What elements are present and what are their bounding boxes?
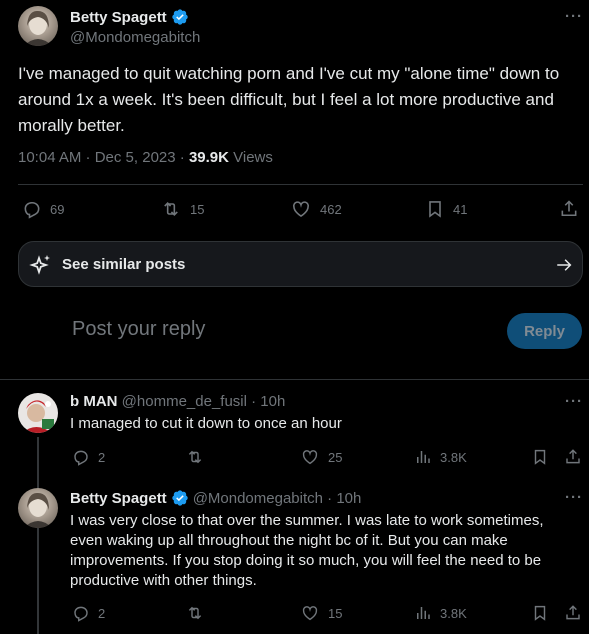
repost-action[interactable] — [185, 448, 213, 466]
avatar-image — [24, 492, 52, 528]
reply-text: I managed to cut it down to once an hour — [70, 415, 342, 432]
repost-action[interactable] — [185, 604, 213, 622]
like-count: 25 — [328, 449, 343, 465]
bookmark-icon — [534, 605, 546, 621]
repost-icon — [188, 606, 202, 620]
repost-icon — [188, 450, 202, 464]
verified-badge-icon — [172, 490, 188, 506]
avatar-image — [24, 10, 52, 46]
reply-action[interactable]: 69 — [22, 199, 64, 219]
views-count: 39.9K — [188, 149, 229, 166]
divider — [0, 379, 589, 380]
bookmark-action[interactable] — [531, 448, 549, 466]
repost-action[interactable]: 15 — [160, 199, 204, 219]
tweet-timestamp[interactable]: 10:04 AM · Dec 5, 2023 · — [18, 149, 189, 166]
main-avatar[interactable] — [18, 6, 58, 46]
see-similar-posts-button[interactable]: See similar posts — [18, 241, 583, 287]
bookmark-action[interactable] — [531, 604, 549, 622]
more-options-icon[interactable]: ··· — [565, 8, 583, 25]
verified-badge-icon — [172, 9, 188, 25]
share-icon — [561, 200, 577, 217]
heart-icon — [293, 201, 309, 218]
analytics-icon — [417, 607, 430, 619]
main-tweet-text: I've managed to quit watching porn and I… — [18, 64, 560, 135]
reply-count: 2 — [98, 449, 106, 465]
reply-action[interactable]: 2 — [72, 604, 105, 622]
reply-action[interactable]: 2 — [72, 448, 105, 466]
like-action[interactable]: 25 — [300, 448, 342, 466]
views-action[interactable]: 3.8K — [414, 448, 467, 466]
tweet-meta: 10:04 AM · Dec 5, 2023 · 39.9K Views — [18, 149, 273, 166]
reply-icon — [74, 606, 88, 622]
more-options-icon[interactable]: ··· — [565, 393, 583, 410]
bookmark-count: 41 — [453, 201, 468, 217]
arrow-right-icon — [557, 259, 572, 271]
reply-count: 2 — [98, 605, 106, 621]
divider — [18, 184, 583, 185]
more-options-icon[interactable]: ··· — [565, 489, 583, 506]
like-action[interactable]: 15 — [300, 604, 342, 622]
avatar-image — [18, 393, 58, 433]
bookmark-icon — [534, 449, 546, 465]
reply-text: I was very close to that over the summer… — [70, 512, 544, 589]
share-action[interactable] — [559, 199, 579, 219]
reply-count: 69 — [50, 201, 65, 217]
like-count: 15 — [328, 605, 343, 621]
reply-author-name[interactable]: Betty Spagett — [70, 490, 167, 507]
views-count: 3.8K — [440, 449, 467, 465]
share-icon — [566, 449, 580, 464]
see-similar-posts-label: See similar posts — [62, 256, 186, 273]
heart-icon — [302, 450, 318, 465]
reply-input[interactable]: Post your reply — [72, 318, 205, 341]
reply-author-handle[interactable]: @Mondomegabitch · 10h — [193, 490, 362, 507]
bookmark-action[interactable]: 41 — [425, 199, 467, 219]
repost-icon — [164, 202, 178, 216]
reply-author-handle[interactable]: @homme_de_fusil · 10h — [122, 393, 286, 410]
bookmark-icon — [429, 201, 441, 218]
thread-line — [37, 437, 39, 634]
reply-avatar[interactable] — [18, 393, 58, 433]
share-icon — [566, 605, 580, 620]
analytics-icon — [417, 451, 430, 463]
reply-avatar[interactable] — [18, 488, 58, 528]
main-author-handle[interactable]: @Mondomegabitch — [70, 29, 200, 46]
like-action[interactable]: 462 — [290, 199, 342, 219]
reply-icon — [74, 450, 88, 466]
heart-icon — [302, 606, 318, 621]
views-action[interactable]: 3.8K — [414, 604, 467, 622]
main-author-name[interactable]: Betty Spagett — [70, 9, 167, 26]
repost-count: 15 — [190, 201, 205, 217]
sparkle-icon — [29, 255, 50, 275]
reply-author-name[interactable]: b MAN — [70, 393, 118, 410]
share-action[interactable] — [564, 448, 582, 466]
reply-header: b MAN @homme_de_fusil · 10h — [70, 393, 285, 410]
views-label: Views — [228, 149, 273, 166]
like-count: 462 — [320, 201, 342, 217]
share-action[interactable] — [564, 604, 582, 622]
reply-header: Betty Spagett @Mondomegabitch · 10h — [70, 489, 361, 507]
reply-button[interactable]: Reply — [507, 313, 582, 349]
reply-icon — [24, 201, 40, 219]
views-count: 3.8K — [440, 605, 467, 621]
